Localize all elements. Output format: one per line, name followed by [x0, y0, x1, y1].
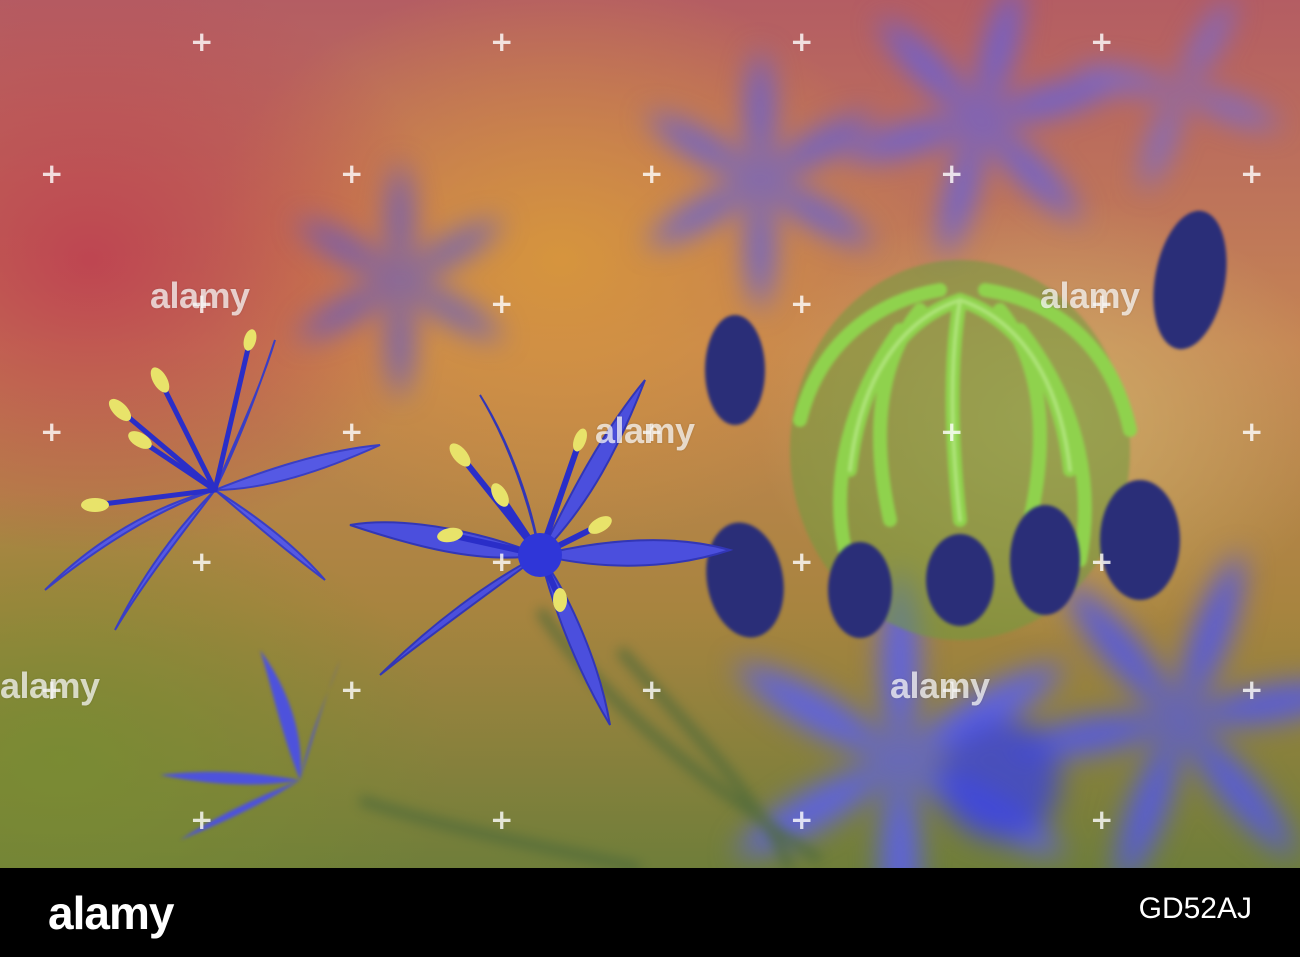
- watermark-plus: +: [790, 25, 814, 58]
- watermark-text: alamy: [150, 275, 250, 316]
- watermark-plus: +: [790, 803, 814, 836]
- watermark-plus: +: [1090, 25, 1114, 58]
- watermark-text: alamy: [595, 410, 695, 451]
- watermark-plus: +: [190, 545, 214, 578]
- alamy-logo[interactable]: alamy: [48, 886, 174, 940]
- watermark-plus: +: [790, 287, 814, 320]
- watermark-plus: +: [940, 415, 964, 448]
- watermark-plus: +: [1090, 545, 1114, 578]
- watermark-plus: +: [340, 673, 364, 706]
- watermark-plus: +: [340, 157, 364, 190]
- watermark-plus: +: [1240, 415, 1264, 448]
- watermark-plus: +: [490, 25, 514, 58]
- main-flower: [44, 329, 734, 840]
- footer-bar: alamy GD52AJ: [0, 868, 1300, 957]
- green-bud: [705, 210, 1227, 640]
- watermark-plus: +: [340, 415, 364, 448]
- watermark-text: alamy: [890, 665, 990, 706]
- watermark-plus: +: [1240, 157, 1264, 190]
- watermark-plus: +: [1240, 673, 1264, 706]
- watermark-plus: +: [640, 157, 664, 190]
- watermark-plus: +: [490, 287, 514, 320]
- watermark-plus: +: [490, 803, 514, 836]
- watermark-plus: +: [40, 415, 64, 448]
- watermark-text: alamy: [0, 665, 100, 706]
- watermark-plus: +: [790, 545, 814, 578]
- watermark-plus: +: [190, 803, 214, 836]
- photo: + + + + + + + + + + + + + + + + + + + + …: [0, 0, 1300, 868]
- watermark-text: alamy: [1040, 275, 1140, 316]
- image-id: GD52AJ: [1138, 892, 1252, 925]
- watermark-plus: +: [40, 157, 64, 190]
- watermark-plus: +: [490, 545, 514, 578]
- watermark-plus: +: [640, 673, 664, 706]
- watermark-plus: +: [940, 157, 964, 190]
- blurred-flowers-top-right: [290, 0, 1286, 400]
- watermark-plus: +: [1090, 803, 1114, 836]
- watermark-plus: +: [190, 25, 214, 58]
